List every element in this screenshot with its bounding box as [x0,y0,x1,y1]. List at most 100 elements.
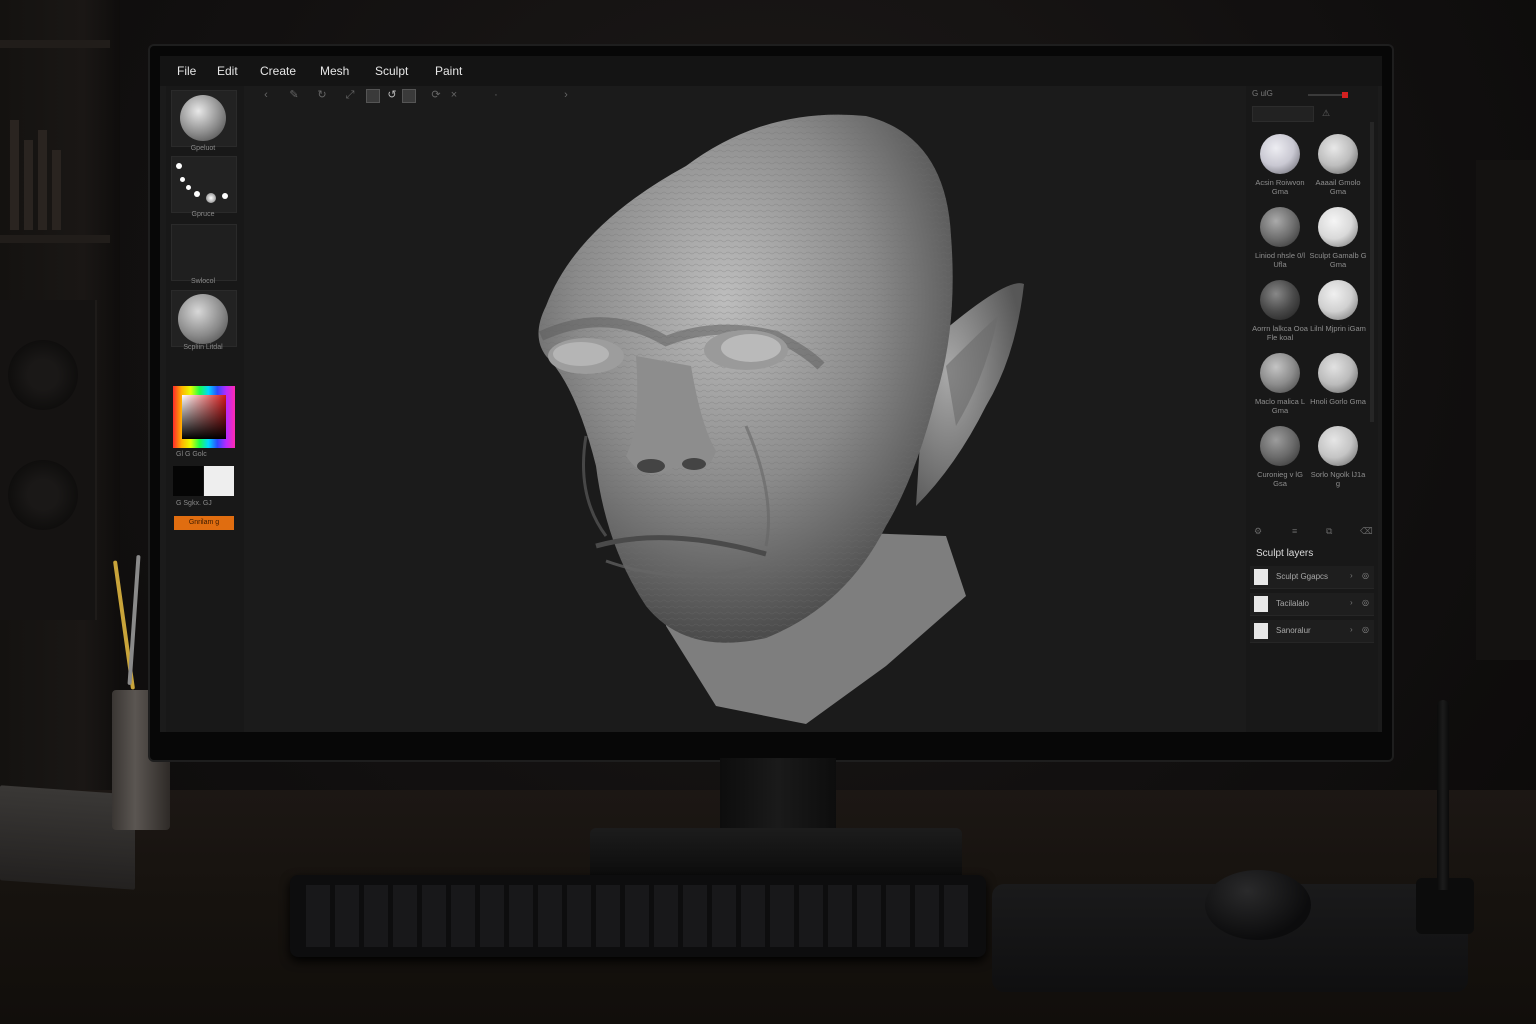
slider-knob[interactable] [1342,92,1348,98]
panel-slider[interactable] [1308,92,1348,98]
material-sphere-icon [180,95,226,141]
chevron-right-icon[interactable]: › [1350,625,1353,634]
book [52,150,61,230]
stroke-dot-icon [186,185,191,190]
brush-sphere-icon [1318,280,1358,320]
brush-item[interactable]: Hnoli Gorlo Gma [1308,353,1366,423]
brush-item[interactable]: Lilnl Mjprin iGam [1308,280,1366,350]
layer-thumbnail [1254,596,1268,612]
brush-sphere-icon [1260,426,1300,466]
material-tile[interactable] [171,90,237,147]
mouse [1205,870,1311,940]
brush-item[interactable]: Acsin Roiwvon Gma [1250,134,1308,204]
redo-icon[interactable]: ↺ [386,89,398,101]
left-tool-panel: Gpeluot Gpruce Swlocol Scpliin Litdal Gl… [166,86,244,732]
shelf-board [0,40,110,48]
frame-icon[interactable] [366,89,380,103]
filter-icon[interactable]: ⚠ [1322,108,1330,119]
brush-panel-icons: ⚙ ≡ ⧉ ⌫ [1252,526,1373,538]
brush-name: Sculpt Gamalb G Gma [1309,251,1367,269]
chevron-right-icon[interactable]: › [1350,571,1353,580]
menu-paint[interactable]: Paint [435,64,462,78]
layer-row[interactable]: Sanoralur › ◎ [1250,620,1374,643]
brush-item[interactable]: Liniod nhsle 0/l Ufla [1250,207,1308,277]
menu-mesh[interactable]: Mesh [320,64,349,78]
settings-icon[interactable]: ⚙ [1254,526,1262,537]
secondary-color-swatch[interactable] [204,466,234,496]
move-icon[interactable]: ⤢ [344,89,356,101]
app-window: File Edit Create Mesh Sculpt Paint ‹ ✎ ↻… [160,56,1382,732]
brush-sphere-icon [1260,134,1300,174]
action-button[interactable]: Gnrilam g [174,516,234,530]
menu-create[interactable]: Create [260,64,296,78]
grid-icon[interactable] [402,89,416,103]
speaker [0,300,97,620]
keyboard [290,875,986,957]
refresh-icon[interactable]: ⟳ [430,89,442,101]
wall-decor [1476,160,1536,660]
brush-name: Sorlo Ngolk lJ1a g [1310,470,1366,488]
brush-sphere-icon [1318,426,1358,466]
brush-name: Acsin Roiwvon Gma [1255,178,1305,196]
book [38,130,47,230]
brush-item[interactable]: Aorrn lalkca Ooa Fle koal [1250,280,1308,350]
brush-name: Aorrn lalkca Ooa Fle koal [1252,324,1308,342]
brush-sphere-icon [1260,207,1300,247]
visibility-icon[interactable]: ◎ [1362,598,1369,607]
brush-scrollbar[interactable] [1370,122,1374,422]
brush-name: Hnoli Gorlo Gma [1310,397,1366,406]
brush-sphere-icon [1318,207,1358,247]
menu-file[interactable]: File [177,64,196,78]
layer-thumbnail [1254,569,1268,585]
speaker-cone [8,460,78,530]
stroke-label: Gpruce [191,211,215,218]
menu-edit[interactable]: Edit [217,64,238,78]
brush-name: Liniod nhsle 0/l Ufla [1254,251,1306,269]
brush-stroke-tile[interactable] [171,156,237,213]
left-nostril [637,459,665,473]
brush-item[interactable]: Sculpt Gamalb G Gma [1308,207,1367,277]
brush-item[interactable]: Sorlo Ngolk lJ1a g [1308,426,1366,496]
brush-name: Curonieg v lG Gsa [1257,470,1303,488]
brush-sphere-icon [1318,353,1358,393]
monitor-stand-neck [720,758,836,838]
dot-icon[interactable]: · [490,89,502,101]
primary-color-swatch[interactable] [173,466,203,496]
undo-icon[interactable]: ‹ [260,89,272,101]
book [10,120,19,230]
chevron-right-icon[interactable]: › [1350,598,1353,607]
stroke-dot-icon [180,177,185,182]
sculpt-viewport[interactable] [246,106,1242,732]
brush-search-input[interactable] [1252,106,1314,122]
delete-icon[interactable]: ⌫ [1360,526,1373,537]
brush-sphere-icon [1260,353,1300,393]
rotate-icon[interactable]: ↻ [316,89,328,101]
stylus-pen [1437,700,1449,890]
stroke-dot-icon [176,163,182,169]
brush-item[interactable]: Aaaail Gmolo Gma [1308,134,1366,204]
color-picker[interactable] [173,386,235,448]
visibility-icon[interactable]: ◎ [1362,625,1369,634]
brush-item[interactable]: Curonieg v lG Gsa [1250,426,1308,496]
close-icon[interactable]: × [448,89,460,101]
brush-sphere-icon [1318,134,1358,174]
layer-row[interactable]: Tacilalalo › ◎ [1250,593,1374,616]
alpha-tile[interactable] [171,224,237,281]
right-nostril [682,458,706,470]
menu-sculpt[interactable]: Sculpt [375,64,408,78]
layer-row[interactable]: Sculpt Ggapcs › ◎ [1250,566,1374,589]
matcap-tile[interactable] [171,290,237,347]
menu-bar: File Edit Create Mesh Sculpt Paint [160,56,1382,86]
color-gradient-square[interactable] [182,395,226,439]
book [24,140,33,230]
toolbar: ‹ ✎ ↻ ⤢ ↺ ⟳ × · › [250,86,1240,106]
copy-icon[interactable]: ⧉ [1326,526,1332,537]
visibility-icon[interactable]: ◎ [1362,571,1369,580]
brush-item[interactable]: Maclo malica L Gma [1250,353,1308,423]
panel-tab-label[interactable]: G ulG [1252,89,1273,98]
left-eyeball [553,342,609,366]
list-icon[interactable]: ≡ [1292,526,1297,536]
chevron-right-icon[interactable]: › [560,89,572,101]
monitor-stand-base [590,828,962,878]
brush-icon[interactable]: ✎ [288,89,300,101]
